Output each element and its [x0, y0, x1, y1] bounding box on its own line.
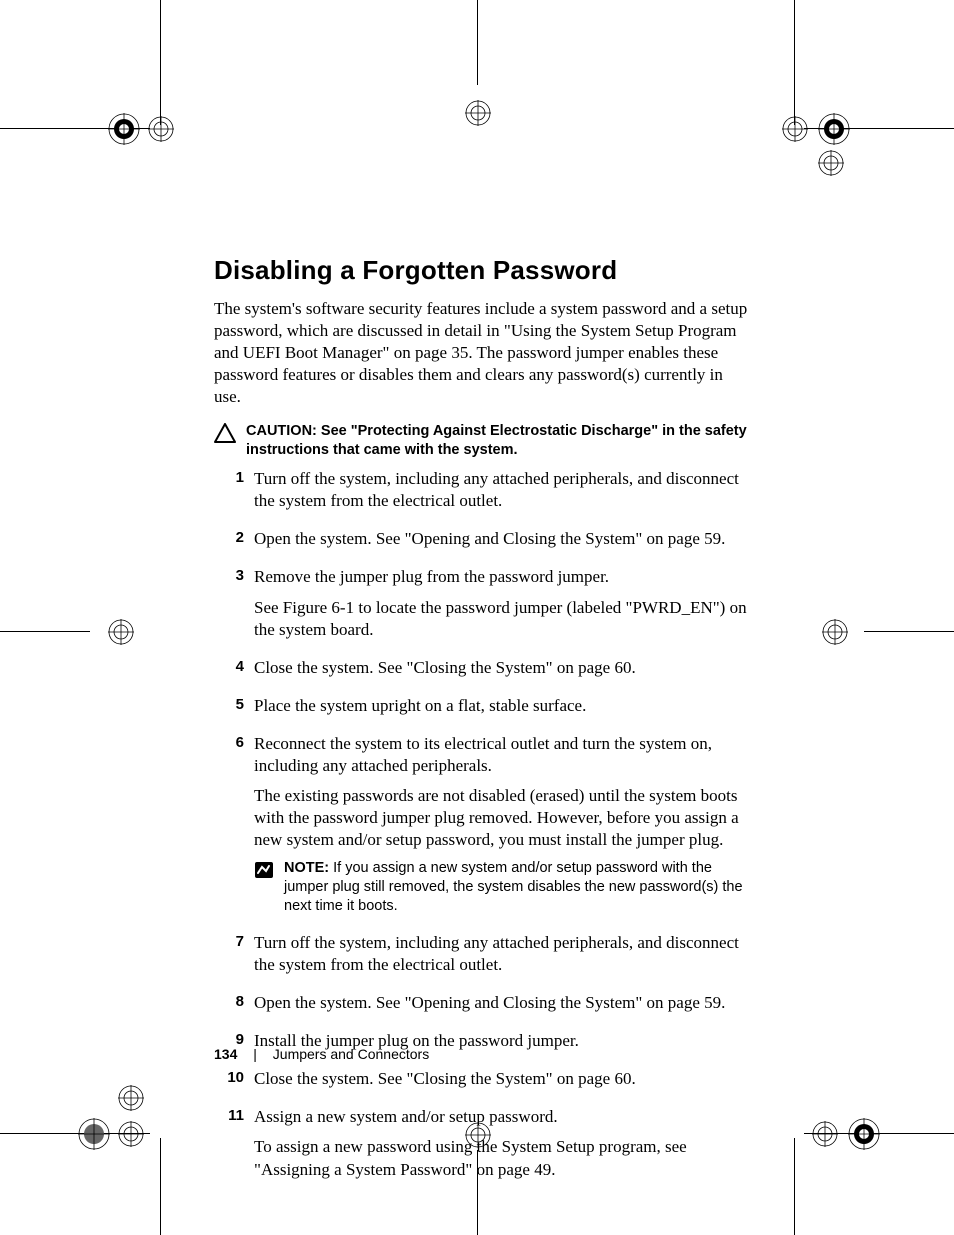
step-text: Remove the jumper plug from the password…	[254, 566, 754, 588]
registration-mark	[148, 116, 174, 142]
registration-mark	[118, 1085, 144, 1111]
steps-list: 1 Turn off the system, including any att…	[214, 468, 754, 1189]
step-text: Reconnect the system to its electrical o…	[254, 733, 754, 777]
step-number: 1	[214, 469, 244, 486]
step-text: The existing passwords are not disabled …	[254, 785, 754, 851]
step-number: 4	[214, 658, 244, 675]
registration-mark	[818, 113, 850, 145]
caution-callout: CAUTION: See "Protecting Against Electro…	[214, 422, 754, 460]
page-heading: Disabling a Forgotten Password	[214, 255, 754, 286]
note-icon	[254, 861, 274, 885]
note-text: NOTE: If you assign a new system and/or …	[284, 859, 754, 916]
step-text: Turn off the system, including any attac…	[254, 932, 754, 976]
registration-mark	[465, 100, 491, 126]
note-body: If you assign a new system and/or setup …	[284, 860, 743, 914]
registration-mark	[818, 150, 844, 176]
step-number: 3	[214, 567, 244, 584]
step-text: Turn off the system, including any attac…	[254, 468, 754, 512]
step-11: 11 Assign a new system and/or setup pass…	[214, 1106, 754, 1188]
step-3: 3 Remove the jumper plug from the passwo…	[214, 566, 754, 648]
step-text: Close the system. See "Closing the Syste…	[254, 1068, 754, 1090]
registration-mark	[848, 1118, 880, 1150]
step-number: 11	[214, 1107, 244, 1124]
step-text: Open the system. See "Opening and Closin…	[254, 528, 754, 550]
step-text: Open the system. See "Opening and Closin…	[254, 992, 754, 1014]
registration-mark	[822, 619, 848, 645]
footer-separator: |	[253, 1046, 257, 1062]
step-number: 10	[214, 1069, 244, 1086]
step-1: 1 Turn off the system, including any att…	[214, 468, 754, 520]
page-footer: 134 | Jumpers and Connectors	[214, 1046, 754, 1062]
step-text: Assign a new system and/or setup passwor…	[254, 1106, 754, 1128]
step-text: Place the system upright on a flat, stab…	[254, 695, 754, 717]
step-10: 10 Close the system. See "Closing the Sy…	[214, 1068, 754, 1098]
step-number: 5	[214, 696, 244, 713]
caution-label: CAUTION:	[246, 423, 321, 439]
step-text: Close the system. See "Closing the Syste…	[254, 657, 754, 679]
step-number: 7	[214, 933, 244, 950]
step-text: See Figure 6-1 to locate the password ju…	[254, 597, 754, 641]
step-8: 8 Open the system. See "Opening and Clos…	[214, 992, 754, 1022]
step-6: 6 Reconnect the system to its electrical…	[214, 733, 754, 924]
intro-paragraph: The system's software security features …	[214, 298, 754, 408]
step-2: 2 Open the system. See "Opening and Clos…	[214, 528, 754, 558]
registration-mark	[812, 1121, 838, 1147]
step-number: 6	[214, 734, 244, 751]
step-5: 5 Place the system upright on a flat, st…	[214, 695, 754, 725]
caution-body: See "Protecting Against Electrostatic Di…	[246, 423, 747, 458]
step-text: To assign a new password using the Syste…	[254, 1136, 754, 1180]
registration-mark	[118, 1121, 144, 1147]
registration-mark	[782, 116, 808, 142]
note-callout: NOTE: If you assign a new system and/or …	[254, 859, 754, 916]
registration-mark	[108, 113, 140, 145]
step-number: 8	[214, 993, 244, 1010]
step-number: 2	[214, 529, 244, 546]
caution-text: CAUTION: See "Protecting Against Electro…	[246, 422, 754, 460]
step-4: 4 Close the system. See "Closing the Sys…	[214, 657, 754, 687]
step-7: 7 Turn off the system, including any att…	[214, 932, 754, 984]
registration-mark	[78, 1118, 110, 1150]
footer-section: Jumpers and Connectors	[273, 1046, 429, 1062]
page-number: 134	[214, 1046, 237, 1062]
registration-mark	[108, 619, 134, 645]
caution-icon	[214, 423, 236, 448]
note-label: NOTE:	[284, 860, 333, 876]
